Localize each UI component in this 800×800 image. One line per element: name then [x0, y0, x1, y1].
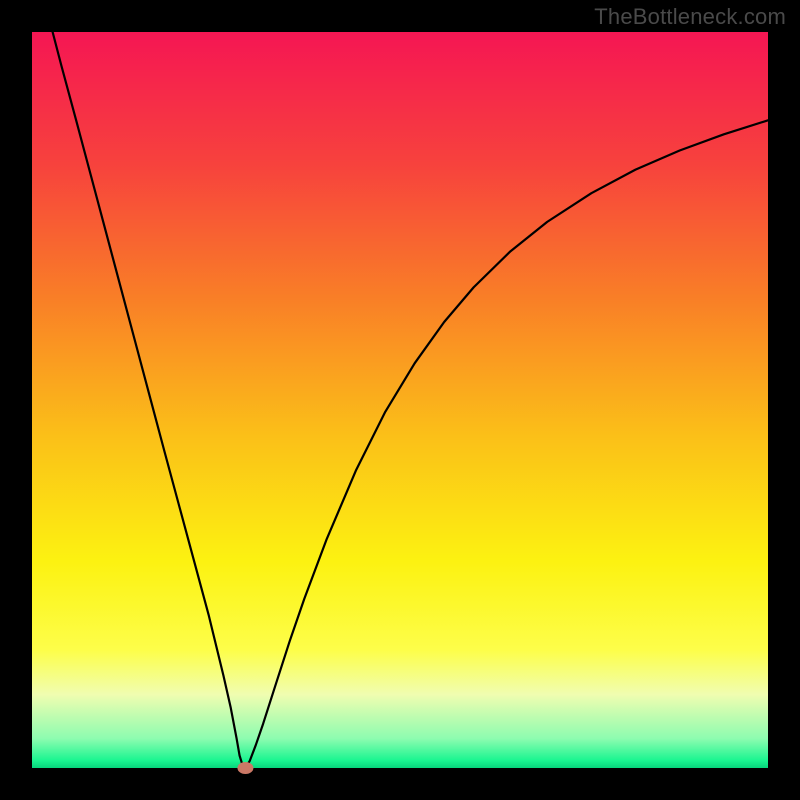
chart-svg [0, 0, 800, 800]
optimal-point-marker [237, 762, 253, 774]
plot-background [32, 32, 768, 768]
chart-frame: TheBottleneck.com [0, 0, 800, 800]
